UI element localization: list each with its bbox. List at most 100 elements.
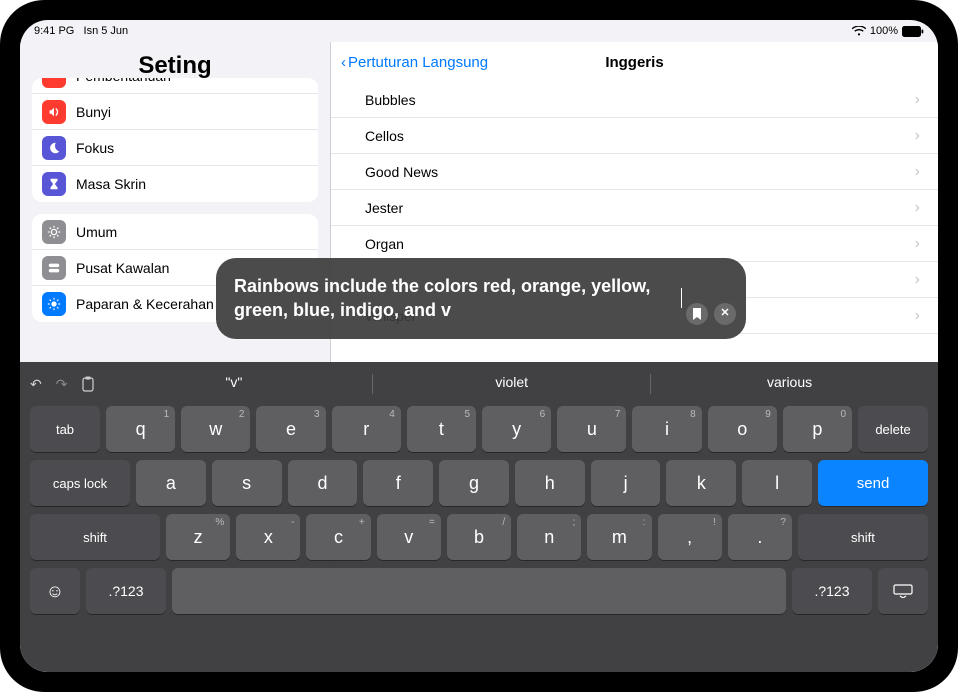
key-capslock[interactable]: caps lock	[30, 460, 130, 506]
chevron-right-icon: ›	[915, 127, 920, 145]
suggestion[interactable]: various	[651, 374, 928, 394]
brightness-icon	[42, 292, 66, 316]
sidebar-item-label: Umum	[76, 224, 117, 240]
key-g[interactable]: g	[439, 460, 509, 506]
voice-item[interactable]: Organ ›	[331, 226, 938, 262]
voice-item[interactable]: Cellos ›	[331, 118, 938, 154]
key-l[interactable]: l	[742, 460, 812, 506]
status-date: Isn 5 Jun	[84, 25, 129, 37]
battery-pct: 100%	[870, 25, 898, 37]
key-shift-left[interactable]: shift	[30, 514, 160, 560]
key-a[interactable]: a	[136, 460, 206, 506]
suggestion[interactable]: "v"	[95, 374, 372, 394]
sidebar-item-label: Fokus	[76, 140, 114, 156]
key-d[interactable]: d	[288, 460, 358, 506]
sidebar-item-label: Pusat Kawalan	[76, 260, 169, 276]
key-w[interactable]: 2w	[181, 406, 250, 452]
voice-label: Jester	[365, 200, 403, 216]
key-t[interactable]: 5t	[407, 406, 476, 452]
sidebar-item-screentime[interactable]: Masa Skrin	[32, 166, 318, 202]
key-comma[interactable]: !,	[658, 514, 722, 560]
bookmark-button[interactable]	[686, 303, 708, 325]
key-shift-right[interactable]: shift	[798, 514, 928, 560]
voice-item[interactable]: Jester ›	[331, 190, 938, 226]
close-icon: ✕	[720, 306, 729, 321]
voice-item[interactable]: Bubbles ›	[331, 82, 938, 118]
voice-label: Bubbles	[365, 92, 416, 108]
text-cursor	[681, 288, 682, 308]
nav-bar: ‹ Pertuturan Langsung Inggeris	[331, 42, 938, 82]
undo-icon[interactable]: ↶	[30, 376, 42, 393]
sidebar-item-label: Pemberitahuan	[76, 78, 171, 84]
emoji-icon: ☺	[46, 581, 64, 602]
chevron-right-icon: ›	[915, 199, 920, 217]
sidebar-item-general[interactable]: Umum	[32, 214, 318, 250]
key-j[interactable]: j	[591, 460, 661, 506]
back-button[interactable]: ‹ Pertuturan Langsung	[331, 54, 488, 71]
key-tab[interactable]: tab	[30, 406, 100, 452]
chevron-right-icon: ›	[915, 91, 920, 109]
key-f[interactable]: f	[363, 460, 433, 506]
key-emoji[interactable]: ☺	[30, 568, 80, 614]
hourglass-icon	[42, 172, 66, 196]
key-b[interactable]: /b	[447, 514, 511, 560]
live-speech-text: Rainbows include the colors red, orange,…	[234, 274, 681, 323]
key-e[interactable]: 3e	[256, 406, 325, 452]
key-k[interactable]: k	[666, 460, 736, 506]
voice-label: Good News	[365, 164, 438, 180]
gear-icon	[42, 220, 66, 244]
key-s[interactable]: s	[212, 460, 282, 506]
key-q[interactable]: 1q	[106, 406, 175, 452]
key-hide-keyboard[interactable]	[878, 568, 928, 614]
status-time: 9:41 PG	[34, 25, 74, 37]
key-x[interactable]: -x	[236, 514, 300, 560]
key-o[interactable]: 9o	[708, 406, 777, 452]
sidebar-item-notifications[interactable]: Pemberitahuan	[32, 78, 318, 94]
key-send[interactable]: send	[818, 460, 928, 506]
key-p[interactable]: 0p	[783, 406, 852, 452]
live-speech-bubble[interactable]: Rainbows include the colors red, orange,…	[216, 258, 746, 339]
voice-item[interactable]: Good News ›	[331, 154, 938, 190]
switches-icon	[42, 256, 66, 280]
key-h[interactable]: h	[515, 460, 585, 506]
voice-label: Organ	[365, 236, 404, 252]
suggestion-bar: ↶ ↷ "v" violet various	[20, 366, 938, 402]
key-m[interactable]: :m	[587, 514, 651, 560]
sidebar-item-label: Masa Skrin	[76, 176, 146, 192]
keyboard-icon	[893, 584, 913, 598]
wifi-icon	[852, 26, 866, 36]
key-period[interactable]: ?.	[728, 514, 792, 560]
sidebar-group-1: Pemberitahuan Bunyi Fokus	[32, 78, 318, 202]
key-z[interactable]: %z	[166, 514, 230, 560]
clipboard-icon[interactable]	[81, 376, 95, 393]
voice-label: Cellos	[365, 128, 404, 144]
status-bar: 9:41 PG Isn 5 Jun 100%	[20, 20, 938, 42]
key-r[interactable]: 4r	[332, 406, 401, 452]
key-space[interactable]	[172, 568, 786, 614]
key-numsym-left[interactable]: .?123	[86, 568, 166, 614]
key-delete[interactable]: delete	[858, 406, 928, 452]
close-button[interactable]: ✕	[714, 303, 736, 325]
sidebar-item-label: Paparan & Kecerahan	[76, 296, 214, 312]
key-n[interactable]: ;n	[517, 514, 581, 560]
suggestion[interactable]: violet	[373, 374, 650, 394]
chevron-right-icon: ›	[915, 163, 920, 181]
key-c[interactable]: +c	[306, 514, 370, 560]
key-i[interactable]: 8i	[632, 406, 701, 452]
sidebar-item-sound[interactable]: Bunyi	[32, 94, 318, 130]
key-v[interactable]: =v	[377, 514, 441, 560]
speaker-icon	[42, 100, 66, 124]
battery-icon	[902, 26, 924, 37]
sidebar-item-focus[interactable]: Fokus	[32, 130, 318, 166]
bell-icon	[42, 78, 66, 88]
chevron-left-icon: ‹	[341, 54, 346, 71]
bookmark-icon	[692, 308, 702, 320]
moon-icon	[42, 136, 66, 160]
sidebar-item-label: Bunyi	[76, 104, 111, 120]
key-y[interactable]: 6y	[482, 406, 551, 452]
redo-icon[interactable]: ↷	[56, 376, 68, 393]
key-u[interactable]: 7u	[557, 406, 626, 452]
key-numsym-right[interactable]: .?123	[792, 568, 872, 614]
chevron-right-icon: ›	[915, 307, 920, 325]
chevron-right-icon: ›	[915, 235, 920, 253]
